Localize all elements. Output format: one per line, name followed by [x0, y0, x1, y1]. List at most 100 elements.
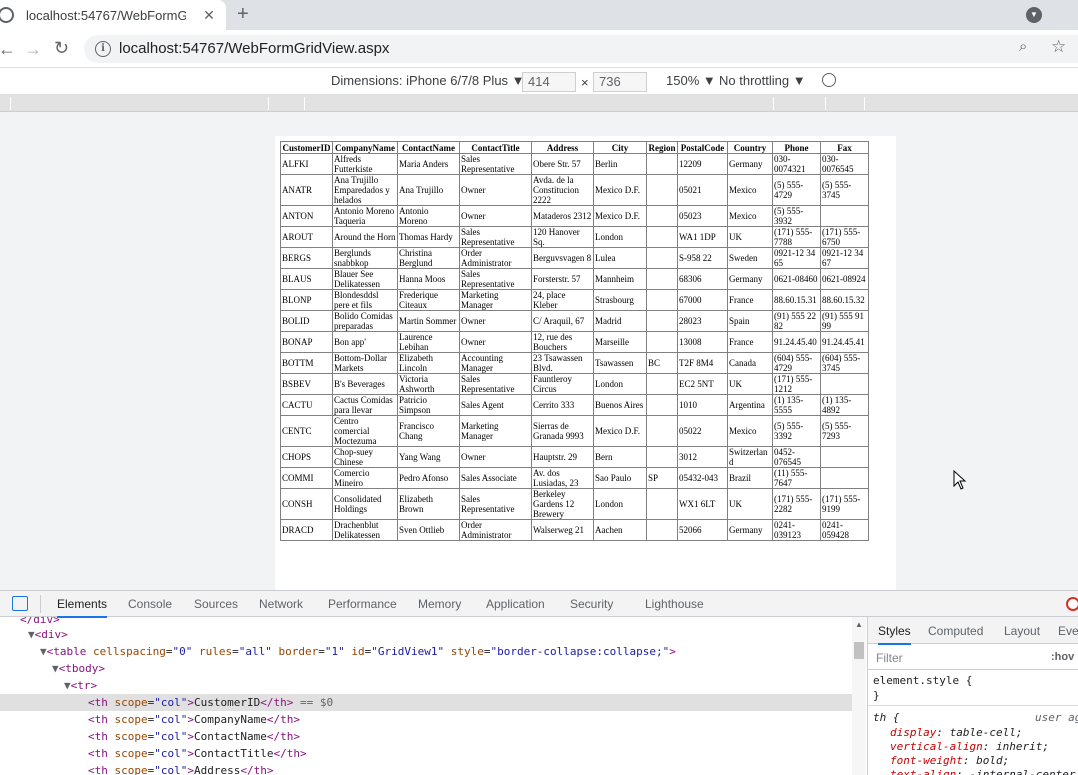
style-property[interactable]: display: table-cell; [890, 726, 1022, 739]
reload-icon[interactable]: ↻ [54, 38, 69, 59]
table-cell: Mexico [727, 174, 773, 206]
property-value: -internal-center [969, 768, 1076, 775]
ruler-divider [10, 97, 11, 110]
dom-node[interactable]: ▼<div> [0, 626, 852, 643]
table-cell: Owner [459, 446, 532, 468]
table-cell [646, 373, 678, 395]
tab-memory[interactable]: Memory [418, 597, 461, 611]
dom-token: </th> [273, 747, 307, 760]
bookmark-star-icon[interactable]: ☆ [1051, 37, 1066, 57]
table-cell: CONSH [280, 488, 333, 520]
table-cell: Around the Horn [332, 226, 398, 248]
tab-sources[interactable]: Sources [194, 597, 238, 611]
table-cell: Argentina [727, 394, 773, 416]
table-cell: (91) 555 22 82 [772, 310, 821, 332]
table-cell: Hanna Moos [397, 268, 460, 290]
dom-node-th[interactable]: <th scope="col">ContactTitle</th> [0, 745, 852, 762]
zoom-icon[interactable]: ⌕ [1019, 38, 1027, 55]
table-row: CACTU Cactus Comidas para llevar Patricio … [280, 394, 869, 416]
property-value: table-cell; [949, 726, 1023, 739]
emulated-page: CustomerID CompanyName ContactName ContactT… [275, 136, 896, 590]
scroll-up-icon[interactable]: ▲ [855, 620, 863, 629]
table-cell: B's Beverages [332, 373, 398, 395]
table-cell: UK [727, 373, 773, 395]
property-name: font-weight [890, 754, 963, 767]
dom-node-tr[interactable]: ▼<tr> [0, 677, 852, 694]
back-icon[interactable]: ← [0, 39, 16, 60]
table-cell: Chop-suey Chinese [332, 446, 398, 468]
table-cell [820, 467, 869, 489]
tab-layout[interactable]: Layout [1004, 624, 1040, 638]
table-cell: Drachenblut Delikatessen [332, 519, 398, 541]
tab-elements[interactable]: Elements [57, 597, 108, 618]
grid-header-cell: City [593, 141, 647, 154]
dom-node-th[interactable]: <th scope="col">CustomerID</th> == $0 [0, 694, 852, 711]
element-style-selector[interactable]: element.style { [873, 674, 972, 687]
table-cell: Mannheim [593, 268, 647, 290]
tab-network[interactable]: Network [259, 597, 303, 611]
table-cell: Laurence Lebihan [397, 331, 460, 353]
tab-performance[interactable]: Performance [328, 597, 397, 611]
tab-styles[interactable]: Styles [878, 624, 911, 645]
table-cell: EC2 5NT [677, 373, 728, 395]
tab-search-icon[interactable]: ▼ [1026, 7, 1042, 23]
device-toggle-icon[interactable] [12, 596, 28, 611]
table-cell: Order Administrator [459, 247, 532, 269]
table-row: BOLID Bolido Comidas preparadas Martin Som… [280, 310, 869, 332]
url-text[interactable]: localhost:54767/WebFormGridView.aspx [119, 40, 389, 57]
dom-node-th[interactable]: <th scope="col">CompanyName</th> [0, 711, 852, 728]
hover-toggle-button[interactable]: :hov [1051, 651, 1074, 663]
table-cell [646, 153, 678, 175]
dom-token: <th [88, 764, 115, 775]
device-width-input[interactable]: 414 [522, 72, 576, 92]
error-icon[interactable] [1066, 597, 1078, 611]
styles-filter-input[interactable]: Filter [876, 651, 903, 665]
table-cell: Maria Anders [397, 153, 460, 175]
table-cell: (604) 555-3745 [820, 352, 869, 374]
forward-icon[interactable]: → [24, 39, 42, 60]
zoom-dropdown[interactable]: 150% ▼ [666, 73, 716, 88]
tab-console[interactable]: Console [128, 597, 172, 611]
table-row: BERGS Berglunds snabbkop Christina Berglun… [280, 247, 869, 269]
dom-token: scope [114, 747, 148, 760]
tab-event-listeners[interactable]: Eve [1058, 624, 1078, 638]
elements-scrollbar[interactable] [852, 617, 866, 775]
throttling-dropdown[interactable]: No throttling ▼ [719, 73, 806, 88]
table-cell: Madrid [593, 310, 647, 332]
table-row: BLAUS Blauer See Delikatessen Hanna Moos Sa… [280, 268, 869, 290]
style-property[interactable]: text-align: -internal-center [890, 768, 1075, 775]
table-cell: Owner [459, 174, 532, 206]
tab-security[interactable]: Security [570, 597, 613, 611]
dom-node-th[interactable]: <th scope="col">ContactName</th> [0, 728, 852, 745]
device-height-input[interactable]: 736 [593, 72, 647, 92]
tab-lighthouse[interactable]: Lighthouse [645, 597, 704, 611]
ruler-divider [268, 97, 269, 110]
dimensions-dropdown[interactable]: Dimensions: iPhone 6/7/8 Plus ▼ [331, 73, 525, 88]
table-cell: 13008 [677, 331, 728, 353]
tab-application[interactable]: Application [486, 597, 545, 611]
tab-computed[interactable]: Computed [928, 624, 983, 638]
info-icon[interactable]: i [95, 41, 111, 57]
grid-header-cell: Phone [772, 141, 821, 154]
style-property[interactable]: font-weight: bold; [890, 754, 1009, 767]
property-value: inherit; [995, 740, 1049, 753]
table-cell: Obere Str. 57 [531, 153, 594, 175]
table-cell: 3012 [677, 446, 728, 468]
style-property[interactable]: vertical-align: inherit; [890, 740, 1049, 753]
table-cell: Bon app' [332, 331, 398, 353]
tab-close-button[interactable]: ✕ [201, 7, 217, 23]
dom-token: scope [114, 764, 148, 775]
dom-node-table[interactable]: ▼<table cellspacing="0" rules="all" bord… [0, 643, 852, 660]
browser-tab[interactable]: localhost:54767/WebFormGridView.aspx [0, 0, 226, 30]
dom-token: <th [88, 696, 115, 709]
scrollbar-thumb[interactable] [854, 642, 864, 659]
dom-node-th[interactable]: <th scope="col">Address</th> [0, 762, 852, 775]
th-rule-selector[interactable]: th { [873, 711, 900, 724]
table-cell: Sales Representative [459, 488, 532, 520]
new-tab-button[interactable]: + [237, 3, 249, 26]
table-cell: 88.60.15.32 [820, 289, 869, 311]
dom-node-tbody[interactable]: ▼<tbody> [0, 660, 852, 677]
table-cell: BLONP [280, 289, 333, 311]
dom-token: ContactName [194, 730, 267, 743]
table-row: COMMI Comercio Mineiro Pedro Afonso Sales A… [280, 467, 869, 489]
